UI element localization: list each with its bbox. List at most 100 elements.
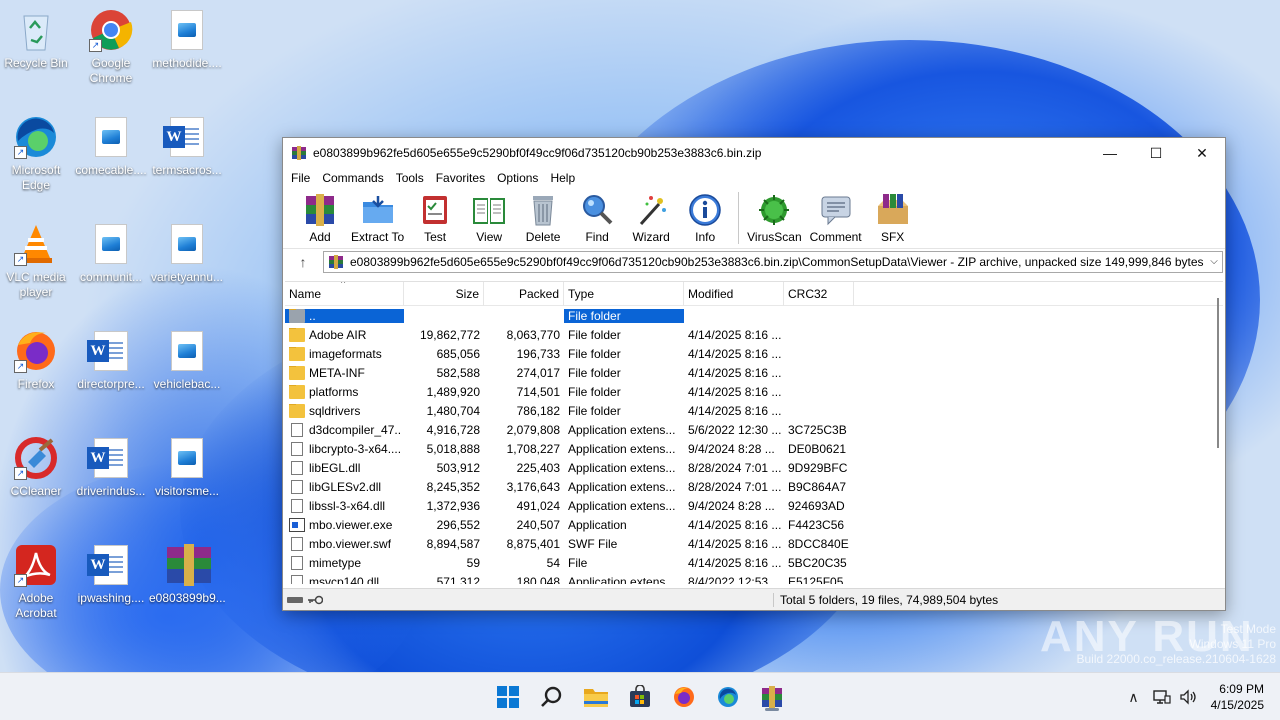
maximize-button[interactable]: ☐ xyxy=(1133,138,1179,168)
virusscan-button[interactable]: VirusScan xyxy=(745,192,803,244)
table-row[interactable]: imageformats 685,056 196,733 File folder 4/1… xyxy=(285,344,1223,363)
taskbar-firefox[interactable] xyxy=(668,681,700,713)
wizard-button[interactable]: Wizard xyxy=(626,192,676,244)
table-row[interactable]: sqldrivers 1,480,704 786,182 File folder 4/1… xyxy=(285,401,1223,420)
desktop-icon[interactable]: ↗ Adobe Acrobat xyxy=(0,543,74,621)
delete-label: Delete xyxy=(525,230,561,244)
find-label: Find xyxy=(585,230,609,244)
desktop-icon[interactable]: ↗ VLC media player xyxy=(0,222,74,300)
clock[interactable]: 6:09 PM 4/15/2025 xyxy=(1201,681,1280,713)
close-button[interactable]: ✕ xyxy=(1179,138,1225,168)
desktop-icon[interactable]: methodide.... xyxy=(149,8,225,71)
table-row[interactable]: msvcp140.dll 571,312 180,048 Application ex… xyxy=(285,572,1223,584)
taskbar-search-button[interactable] xyxy=(536,681,568,713)
desktop-icon-label: communit... xyxy=(79,270,142,284)
network-icon[interactable] xyxy=(1152,689,1171,705)
desktop-icon[interactable]: Recycle Bin xyxy=(0,8,74,71)
file-name: d3dcompiler_47.... xyxy=(309,422,400,437)
comment-button[interactable]: Comment xyxy=(808,192,864,244)
start-button[interactable] xyxy=(492,681,524,713)
view-button[interactable]: View xyxy=(464,192,514,244)
find-button[interactable]: Find xyxy=(572,192,622,244)
table-row[interactable]: libssl-3-x64.dll 1,372,936 491,024 Applicat… xyxy=(285,496,1223,515)
desktop-icon[interactable]: communit... xyxy=(73,222,149,285)
cell-name: mbo.viewer.exe xyxy=(285,517,404,532)
desktop-icon[interactable]: Wdirectorpre... xyxy=(73,329,149,392)
table-row[interactable]: libEGL.dll 503,912 225,403 Application exte… xyxy=(285,458,1223,477)
table-row[interactable]: libcrypto-3-x64.... 5,018,888 1,708,227 App… xyxy=(285,439,1223,458)
cell-modified: 4/14/2025 8:16 ... xyxy=(688,384,782,399)
table-row[interactable]: .. File folder xyxy=(285,306,1223,325)
cell-type: Application extens... xyxy=(568,441,676,456)
menu-commands[interactable]: Commands xyxy=(316,171,389,185)
key-icon[interactable] xyxy=(307,594,323,606)
scrollbar-thumb[interactable] xyxy=(1217,298,1219,448)
menu-tools[interactable]: Tools xyxy=(390,171,430,185)
table-row[interactable]: mbo.viewer.swf 8,894,587 8,875,401 SWF File… xyxy=(285,534,1223,553)
cell-size: 8,245,352 xyxy=(426,479,480,494)
delete-button[interactable]: Delete xyxy=(518,192,568,244)
desktop-icon[interactable]: Wdriverindus... xyxy=(73,436,149,499)
desktop-icon[interactable]: ↗ Firefox xyxy=(0,329,74,392)
volume-icon[interactable] xyxy=(1179,689,1197,705)
table-row[interactable]: platforms 1,489,920 714,501 File folder 4/14… xyxy=(285,382,1223,401)
desktop-icon[interactable]: Wipwashing.... xyxy=(73,543,149,606)
title-bar[interactable]: e0803899b962fe5d605e655e9c5290bf0f49cc9f… xyxy=(283,138,1225,168)
desktop-icon[interactable]: comecable.... xyxy=(73,115,149,178)
column-header-size[interactable]: Size xyxy=(404,282,484,306)
file-name: sqldrivers xyxy=(309,403,361,418)
recycle-bin-icon xyxy=(14,8,58,52)
archive-path-field[interactable]: e0803899b962fe5d605e655e9c5290bf0f49cc9f… xyxy=(323,250,1223,273)
desktop-icon[interactable]: ↗ Google Chrome xyxy=(73,8,149,86)
column-header-packed[interactable]: Packed xyxy=(484,282,564,306)
taskbar-edge[interactable] xyxy=(712,681,744,713)
taskbar-winrar[interactable] xyxy=(756,681,788,713)
cell-packed: 196,733 xyxy=(516,346,560,361)
folder-icon xyxy=(289,384,305,399)
edge-icon xyxy=(718,687,738,707)
menu-options[interactable]: Options xyxy=(491,171,544,185)
minimize-button[interactable]: — xyxy=(1087,138,1133,168)
cell-type: Application extens... xyxy=(568,479,676,494)
desktop-icon-label: Firefox xyxy=(17,377,55,391)
shortcut-arrow-icon: ↗ xyxy=(14,146,27,159)
desktop-icon[interactable]: varietyannu... xyxy=(149,222,225,285)
table-row[interactable]: Adobe AIR 19,862,772 8,063,770 File folder 4… xyxy=(285,325,1223,344)
menu-file[interactable]: File xyxy=(285,171,316,185)
table-row[interactable]: mimetype 59 54 File 4/14/2025 8:16 ... 5BC20C… xyxy=(285,553,1223,572)
desktop-icon[interactable]: visitorsme... xyxy=(149,436,225,499)
info-button[interactable]: Info xyxy=(680,192,730,244)
cell-name: libEGL.dll xyxy=(285,460,404,475)
file-icon xyxy=(291,460,303,475)
up-one-level-button[interactable]: ↑ xyxy=(283,254,323,270)
desktop-icon[interactable]: Wtermsacros... xyxy=(149,115,225,178)
test-mode-watermark: Test Mode Windows 11 Pro Build 22000.co_… xyxy=(1077,622,1277,667)
column-header-crc32[interactable]: CRC32 xyxy=(784,282,854,306)
archive-path-text: e0803899b962fe5d605e655e9c5290bf0f49cc9f… xyxy=(350,254,1204,269)
file-icon xyxy=(291,441,303,456)
menu-help[interactable]: Help xyxy=(544,171,581,185)
column-header-modified[interactable]: Modified xyxy=(684,282,784,306)
extract-to-button[interactable]: Extract To xyxy=(349,192,406,244)
desktop-icon[interactable]: ↗ CCleaner xyxy=(0,436,74,499)
desktop-icon[interactable]: ↗ Microsoft Edge xyxy=(0,115,74,193)
taskbar-store[interactable] xyxy=(624,681,656,713)
add-button[interactable]: Add xyxy=(295,192,345,244)
test-button[interactable]: Test xyxy=(410,192,460,244)
desktop-icon[interactable]: vehiclebac... xyxy=(149,329,225,392)
drive-icon[interactable] xyxy=(287,595,303,605)
table-row[interactable]: libGLESv2.dll 8,245,352 3,176,643 Applicati… xyxy=(285,477,1223,496)
active-app-indicator xyxy=(765,708,779,711)
column-header-type[interactable]: Type xyxy=(564,282,684,306)
cell-size: 503,912 xyxy=(436,460,480,475)
tray-overflow-chevron-icon[interactable]: ∧ xyxy=(1118,689,1148,706)
vertical-scrollbar[interactable] xyxy=(1215,288,1221,588)
table-row[interactable]: d3dcompiler_47.... 4,916,728 2,079,808 Appl… xyxy=(285,420,1223,439)
chevron-down-icon[interactable]: ⌵ xyxy=(1206,256,1222,267)
menu-favorites[interactable]: Favorites xyxy=(430,171,491,185)
desktop-icon[interactable]: e0803899b9... xyxy=(149,543,225,606)
table-row[interactable]: META-INF 582,588 274,017 File folder 4/14/20… xyxy=(285,363,1223,382)
sfx-button[interactable]: SFX xyxy=(868,192,918,244)
table-row[interactable]: mbo.viewer.exe 296,552 240,507 Application 4… xyxy=(285,515,1223,534)
taskbar-file-explorer[interactable] xyxy=(580,681,612,713)
